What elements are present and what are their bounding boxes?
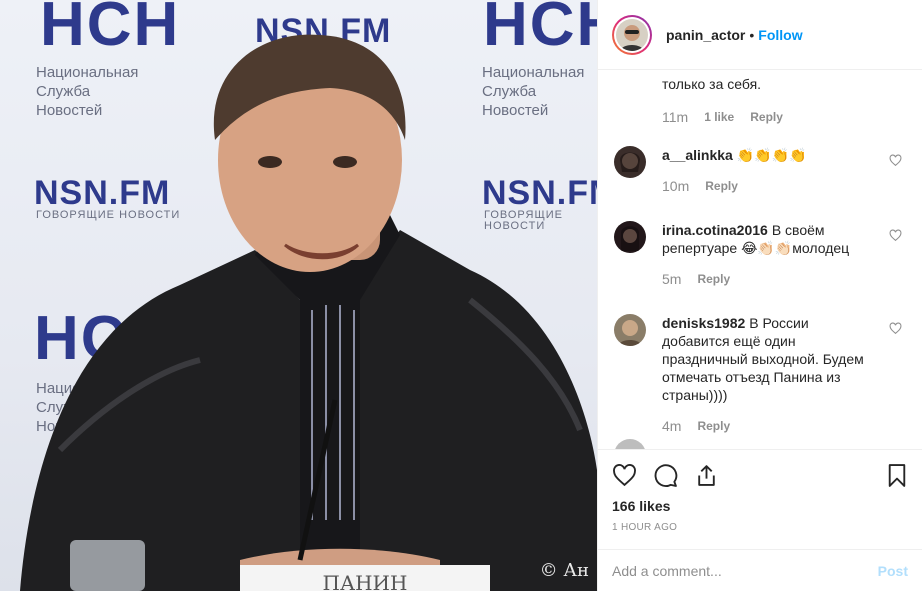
reply-button[interactable]: Reply: [697, 419, 730, 433]
comment-item: только за себя. 11m 1 like Reply: [614, 75, 908, 125]
comment-item: denisks1982 В России добавится ещё один п…: [614, 314, 908, 434]
photo-watermark: © Ан: [539, 560, 589, 581]
comment-time[interactable]: 10m: [662, 178, 689, 194]
commenter-avatar[interactable]: [614, 221, 646, 253]
post-photo: НСН NSN.FM НСН НациональнаяСлужбаНовосте…: [0, 0, 597, 591]
comment-like-heart-icon[interactable]: [889, 154, 902, 167]
author-avatar[interactable]: [612, 14, 652, 55]
comment-icon[interactable]: [653, 463, 678, 488]
add-comment-bar: Post: [598, 549, 922, 591]
comment-time[interactable]: 11m: [662, 109, 688, 125]
post-actions: 166 likes 1 HOUR AGO: [598, 449, 922, 533]
comment-meta: 4m Reply: [662, 418, 908, 434]
author-username[interactable]: panin_actor: [666, 27, 745, 43]
comment-text: 👏👏👏👏: [736, 147, 807, 163]
comment-username[interactable]: denisks1982: [662, 315, 745, 331]
post-header: panin_actor • Follow: [598, 0, 922, 70]
commenter-avatar[interactable]: [614, 314, 646, 346]
comment-like-heart-icon[interactable]: [889, 229, 902, 242]
post-timestamp[interactable]: 1 HOUR AGO: [612, 522, 908, 533]
comment-meta: 10m Reply: [662, 178, 908, 194]
commenter-avatar[interactable]: [614, 439, 646, 449]
comment-meta: 11m 1 like Reply: [662, 109, 908, 125]
heart-icon[interactable]: [612, 463, 637, 488]
author-avatar-image: [616, 18, 648, 51]
likes-count[interactable]: 166 likes: [612, 498, 908, 514]
share-icon[interactable]: [694, 463, 719, 488]
reply-button[interactable]: Reply: [750, 110, 783, 124]
nameplate-text: ПАНИН: [323, 571, 408, 591]
comment-likes[interactable]: 1 like: [704, 110, 734, 124]
comment-time[interactable]: 4m: [662, 418, 681, 434]
comment-meta: 5m Reply: [662, 271, 908, 287]
post-button[interactable]: Post: [878, 563, 908, 579]
header-separator: •: [749, 26, 755, 43]
comment-like-heart-icon[interactable]: [889, 322, 902, 335]
comment-time[interactable]: 5m: [662, 271, 681, 287]
comment-username[interactable]: irina.cotina2016: [662, 222, 768, 238]
reply-button[interactable]: Reply: [697, 272, 730, 286]
reply-button[interactable]: Reply: [705, 179, 738, 193]
bookmark-icon[interactable]: [886, 463, 908, 488]
comment-username[interactable]: a__alinkka: [662, 147, 733, 163]
instagram-post: НСН NSN.FM НСН НациональнаяСлужбаНовосте…: [0, 0, 922, 591]
comment-input[interactable]: [612, 562, 878, 579]
comment-item: a__alinkka 👏👏👏👏 10m Reply: [614, 146, 908, 194]
follow-button[interactable]: Follow: [758, 27, 802, 43]
comment-item: irina.cotina2016 В своём репертуаре 😂👏🏻👏🏻…: [614, 221, 908, 287]
person-figure: ПАНИН: [20, 34, 597, 591]
commenter-avatar[interactable]: [614, 146, 646, 178]
post-sidebar: panin_actor • Follow только за себя. 11m…: [597, 0, 922, 591]
comment-text: только за себя.: [662, 76, 762, 92]
comments-list[interactable]: только за себя. 11m 1 like Reply a__alin…: [598, 71, 922, 449]
